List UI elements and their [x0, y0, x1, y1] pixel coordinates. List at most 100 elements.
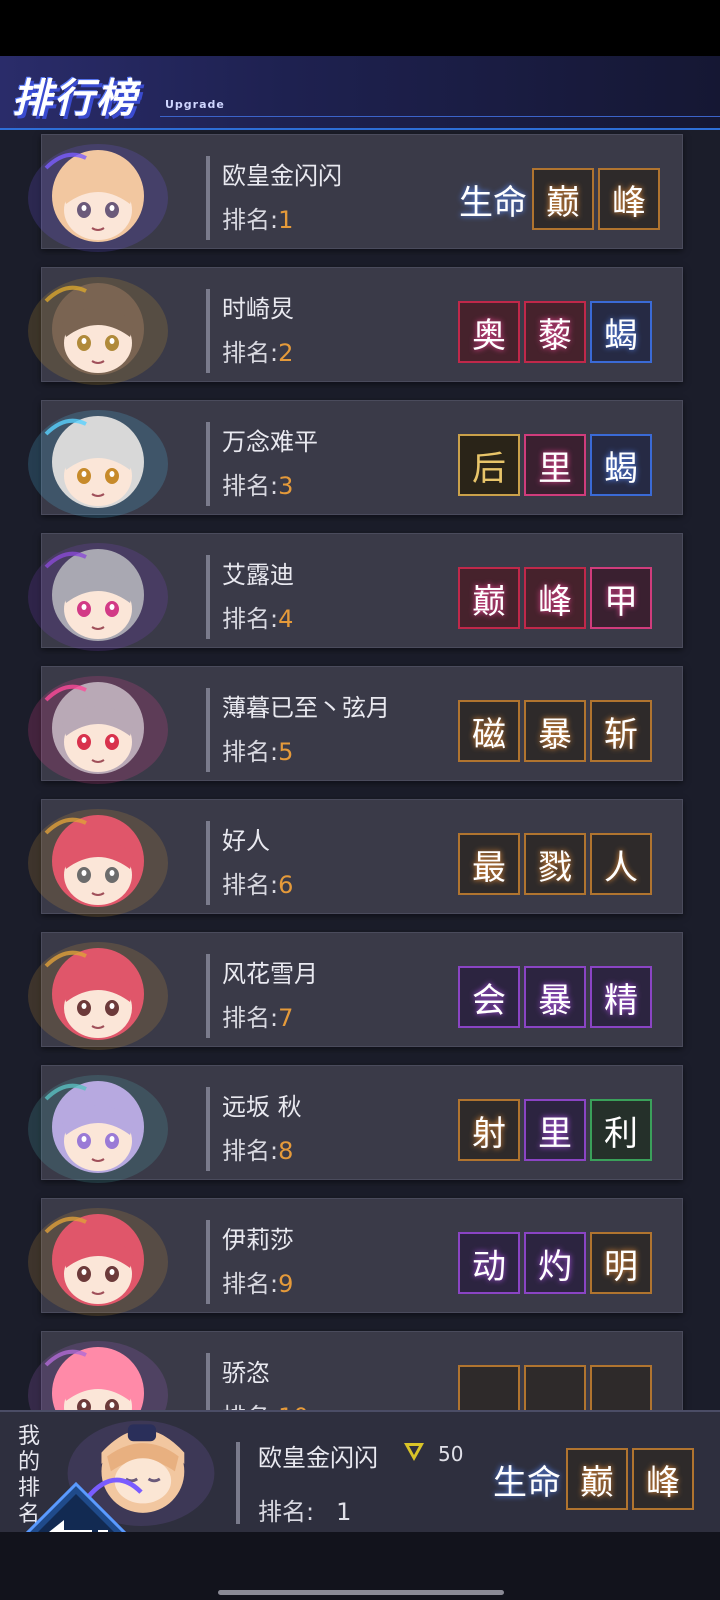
title-tile: 蝎: [590, 434, 652, 496]
my-score: 50: [438, 1442, 464, 1466]
player-avatar: [28, 410, 168, 518]
title-tile: 里: [524, 1099, 586, 1161]
player-avatar: [28, 277, 168, 385]
title-tiles: 后里蝎: [458, 434, 652, 498]
title-tiles: 最戮人: [458, 833, 652, 897]
player-name: 万念难平: [222, 428, 318, 456]
my-divider: [236, 1442, 240, 1524]
title-tiles: 奥藜蝎: [458, 301, 652, 365]
status-bar: [0, 0, 720, 56]
title-tile: 精: [590, 966, 652, 1028]
player-rank: 排名:3: [222, 466, 293, 501]
title-tile: 峰: [598, 168, 660, 230]
player-rank: 排名:6: [222, 865, 293, 900]
leaderboard-row[interactable]: 欧皇金闪闪 排名:1 生命巅峰: [0, 128, 720, 263]
title-tile: 明: [590, 1232, 652, 1294]
rank-number: 6: [278, 871, 294, 899]
leaderboard-row[interactable]: 风花雪月 排名:7 会暴精: [0, 926, 720, 1061]
title-tile: 藜: [524, 301, 586, 363]
title-tiles: 射里利: [458, 1099, 652, 1163]
rank-number: 9: [278, 1270, 294, 1298]
leaderboard-row[interactable]: 伊莉莎 排名:9 动灼明: [0, 1192, 720, 1327]
player-name: 薄暮已至丶弦月: [222, 694, 390, 722]
home-indicator[interactable]: [218, 1590, 504, 1595]
row-divider: [206, 422, 210, 506]
title-tile: 射: [458, 1099, 520, 1161]
rank-label: 排名:: [222, 1403, 278, 1410]
player-name: 艾露迪: [222, 561, 294, 589]
title-tile: 灼: [524, 1232, 586, 1294]
title-tiles: 巅峰甲: [458, 567, 652, 631]
rank-number: 1: [278, 206, 294, 234]
my-rank-number: 1: [336, 1498, 352, 1526]
row-divider: [206, 156, 210, 240]
title-tile: [524, 1365, 586, 1410]
rank-number: 8: [278, 1137, 294, 1165]
row-divider: [206, 821, 210, 905]
player-name: 时崎炅: [222, 295, 294, 323]
rank-label: 排名:: [222, 1270, 279, 1298]
title-tiles: 生命巅峰: [458, 168, 660, 232]
title-tile: [458, 1365, 520, 1410]
leaderboard-row[interactable]: 远坂 秋 排名:8 射里利: [0, 1059, 720, 1194]
leaderboard-list[interactable]: 欧皇金闪闪 排名:1 生命巅峰 时崎炅 排名:2 奥藜蝎 万念难平 排名:3 后…: [0, 128, 720, 1410]
rank-number: 10: [278, 1403, 309, 1410]
title-tile: [590, 1365, 652, 1410]
my-name: 欧皇金闪闪: [258, 1444, 378, 1472]
title-tile: 甲: [590, 567, 652, 629]
title-tile: 动: [458, 1232, 520, 1294]
title-tiles: 会暴精: [458, 966, 652, 1030]
title-tile: 生命: [459, 182, 527, 223]
title-tile: 暴: [524, 966, 586, 1028]
title-tile: 里: [524, 434, 586, 496]
row-divider: [206, 289, 210, 373]
row-divider: [206, 1220, 210, 1304]
row-divider: [206, 688, 210, 772]
title-tile: 利: [590, 1099, 652, 1161]
player-rank: 排名:5: [222, 732, 293, 767]
leaderboard-row[interactable]: 好人 排名:6 最戮人: [0, 793, 720, 928]
player-name: 伊莉莎: [222, 1226, 294, 1254]
title-tile: 磁: [458, 700, 520, 762]
title-tile: 暴: [524, 700, 586, 762]
title-tile: 会: [458, 966, 520, 1028]
player-avatar: [28, 676, 168, 784]
player-rank: 排名:2: [222, 333, 293, 368]
rank-label: 排名:: [222, 1137, 279, 1165]
page-title: 排行榜: [12, 76, 138, 122]
player-rank: 排名:4: [222, 599, 293, 634]
player-name: 欧皇金闪闪: [222, 162, 342, 190]
player-name: 骄恣: [222, 1359, 270, 1387]
rank-label: 排名:: [222, 339, 279, 367]
player-avatar: [28, 809, 168, 917]
rank-number: 3: [278, 472, 294, 500]
title-tile: 蝎: [590, 301, 652, 363]
rank-number: 4: [278, 605, 294, 633]
player-rank: 排名:10: [222, 1397, 309, 1410]
title-tile: 人: [590, 833, 652, 895]
player-avatar: [28, 543, 168, 651]
leaderboard-row[interactable]: 时崎炅 排名:2 奥藜蝎: [0, 261, 720, 396]
title-tile: 后: [458, 434, 520, 496]
my-title-tile: 峰: [632, 1448, 694, 1510]
rank-label: 排名:: [222, 206, 279, 234]
trophy-icon: [404, 1443, 424, 1461]
title-tile: 戮: [524, 833, 586, 895]
player-avatar: [28, 1075, 168, 1183]
rank-number: 7: [278, 1004, 294, 1032]
leaderboard-row[interactable]: 薄暮已至丶弦月 排名:5 磁暴斩: [0, 660, 720, 795]
title-tile: 巅: [532, 168, 594, 230]
header-divider: [160, 116, 720, 117]
player-rank: 排名:1: [222, 200, 293, 235]
title-tiles: 动灼明: [458, 1232, 652, 1296]
rank-label: 排名:: [222, 472, 279, 500]
row-divider: [206, 954, 210, 1038]
my-title-tiles: 生命巅峰: [492, 1448, 694, 1512]
title-tiles: [458, 1365, 652, 1410]
player-rank: 排名:7: [222, 998, 293, 1033]
leaderboard-row[interactable]: 万念难平 排名:3 后里蝎: [0, 394, 720, 529]
rank-label: 排名:: [222, 605, 279, 633]
leaderboard-row[interactable]: 艾露迪 排名:4 巅峰甲: [0, 527, 720, 662]
title-tiles: 磁暴斩: [458, 700, 652, 764]
title-tile: 斩: [590, 700, 652, 762]
